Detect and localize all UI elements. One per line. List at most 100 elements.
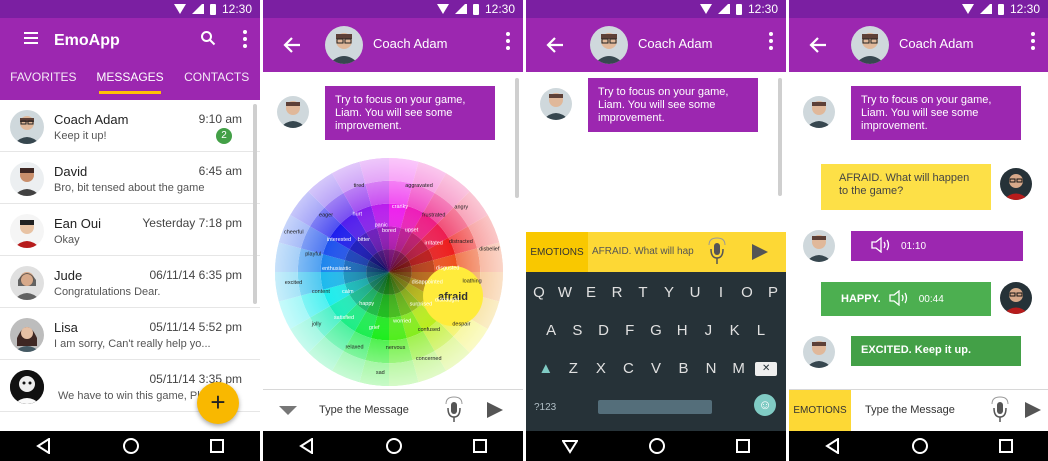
back-arrow-icon[interactable] bbox=[809, 36, 827, 56]
scrollbar[interactable] bbox=[253, 104, 257, 304]
wheel-emotion-word[interactable]: loathing bbox=[462, 279, 481, 285]
key[interactable]: X bbox=[590, 360, 612, 377]
home-nav-icon[interactable] bbox=[911, 438, 928, 454]
wheel-emotion-word[interactable]: jolly bbox=[311, 322, 322, 328]
coach-avatar[interactable] bbox=[325, 26, 363, 64]
wheel-emotion-word[interactable]: enthusiastic bbox=[322, 266, 351, 272]
key[interactable]: J bbox=[697, 322, 719, 339]
voice-mic-icon[interactable] bbox=[445, 396, 463, 429]
wheel-emotion-word[interactable]: panic bbox=[375, 223, 388, 229]
conversation-item-coach-adam[interactable]: Coach Adam 9:10 am Keep it up! 2 bbox=[0, 100, 260, 152]
key[interactable]: G bbox=[645, 322, 667, 339]
wheel-emotion-word[interactable]: angry bbox=[454, 204, 468, 210]
incoming-voice-message[interactable]: 01:10 bbox=[851, 231, 1023, 261]
recents-nav-icon[interactable] bbox=[998, 439, 1013, 453]
wheel-emotion-word[interactable]: concerned bbox=[416, 356, 442, 362]
wheel-emotion-word[interactable]: disbelief bbox=[479, 246, 500, 252]
emotions-button[interactable]: EMOTIONS bbox=[526, 232, 588, 272]
wheel-emotion-word[interactable]: tired bbox=[354, 183, 365, 189]
wheel-emotion-word[interactable]: cranky bbox=[392, 204, 408, 210]
recents-nav-icon[interactable] bbox=[473, 439, 488, 453]
message-input[interactable]: AFRAID. What will hap bbox=[592, 246, 694, 257]
tab-messages[interactable]: MESSAGES bbox=[87, 66, 174, 94]
home-nav-icon[interactable] bbox=[648, 438, 665, 454]
overflow-menu-icon[interactable] bbox=[768, 32, 774, 50]
key[interactable]: C bbox=[617, 360, 639, 377]
expand-icon[interactable] bbox=[279, 406, 297, 415]
scrollbar[interactable] bbox=[515, 78, 519, 198]
back-arrow-icon[interactable] bbox=[546, 36, 564, 56]
recents-nav-icon[interactable] bbox=[736, 439, 751, 453]
wheel-emotion-word[interactable]: interested bbox=[327, 237, 351, 243]
symbols-key[interactable]: ?123 bbox=[534, 402, 556, 413]
key[interactable]: L bbox=[750, 322, 772, 339]
wheel-emotion-word[interactable]: satisfied bbox=[334, 315, 354, 321]
key[interactable]: R bbox=[606, 284, 628, 301]
wheel-emotion-word[interactable]: happy bbox=[359, 301, 374, 307]
wheel-emotion-word[interactable]: bitter bbox=[358, 237, 370, 243]
home-nav-icon[interactable] bbox=[385, 438, 402, 454]
overflow-menu-icon[interactable] bbox=[1030, 32, 1036, 50]
back-nav-icon[interactable] bbox=[298, 438, 315, 454]
key[interactable]: S bbox=[566, 322, 588, 339]
conversation-item-ean-oui[interactable]: Ean Oui Yesterday 7:18 pm Okay bbox=[0, 204, 260, 256]
back-arrow-icon[interactable] bbox=[283, 36, 301, 56]
soft-keyboard[interactable]: Q W E R T Y U I O P A S D F G H J K L ▲ … bbox=[526, 272, 786, 431]
wheel-emotion-word[interactable]: grief bbox=[369, 325, 380, 331]
key[interactable]: N bbox=[700, 360, 722, 377]
key[interactable]: F bbox=[619, 322, 641, 339]
wheel-emotion-word[interactable]: hurt bbox=[353, 211, 363, 217]
key[interactable]: O bbox=[736, 284, 758, 301]
recents-nav-icon[interactable] bbox=[210, 439, 225, 453]
wheel-emotion-word[interactable]: cheerful bbox=[284, 230, 304, 236]
wheel-emotion-word[interactable]: worried bbox=[392, 319, 411, 325]
key[interactable]: U bbox=[684, 284, 706, 301]
tab-favorites[interactable]: FAVORITES bbox=[0, 66, 87, 94]
wheel-emotion-word[interactable]: relaxed bbox=[345, 344, 363, 350]
message-input[interactable]: Type the Message bbox=[865, 404, 955, 416]
shift-key-icon[interactable]: ▲ bbox=[535, 360, 557, 377]
wheel-emotion-word[interactable]: distraught bbox=[435, 297, 460, 303]
key[interactable]: Z bbox=[562, 360, 584, 377]
wheel-emotion-word[interactable]: disappointed bbox=[412, 280, 443, 286]
coach-avatar[interactable] bbox=[590, 26, 628, 64]
search-icon[interactable] bbox=[200, 30, 216, 51]
wheel-emotion-word[interactable]: playful bbox=[305, 252, 321, 258]
key[interactable]: Q bbox=[528, 284, 550, 301]
key[interactable]: Y bbox=[658, 284, 680, 301]
coach-avatar[interactable] bbox=[851, 26, 889, 64]
scrollbar[interactable] bbox=[778, 78, 782, 196]
wheel-emotion-word[interactable]: frustrated bbox=[422, 213, 445, 219]
key[interactable]: W bbox=[554, 284, 576, 301]
key[interactable]: P bbox=[762, 284, 784, 301]
key[interactable]: K bbox=[724, 322, 746, 339]
conversation-item-jude[interactable]: Jude 06/11/14 6:35 pm Congratulations De… bbox=[0, 256, 260, 308]
wheel-emotion-word[interactable]: upset bbox=[405, 228, 419, 234]
overflow-menu-icon[interactable] bbox=[242, 30, 248, 48]
wheel-emotion-word[interactable]: disgusted bbox=[436, 266, 460, 272]
key[interactable]: T bbox=[632, 284, 654, 301]
wheel-emotion-word[interactable]: surprised bbox=[410, 301, 433, 307]
key[interactable]: I bbox=[710, 284, 732, 301]
emotion-wheel[interactable]: afraid bored cranky aggravated upset frustra… bbox=[273, 156, 505, 388]
space-key[interactable] bbox=[598, 400, 712, 414]
new-message-fab[interactable]: + bbox=[197, 382, 239, 424]
menu-icon[interactable] bbox=[24, 32, 38, 44]
wheel-emotion-word[interactable]: excited bbox=[285, 280, 302, 286]
send-icon[interactable] bbox=[487, 402, 503, 418]
wheel-emotion-word[interactable]: bored bbox=[382, 228, 396, 234]
outgoing-voice-message-happy[interactable]: HAPPY. 00:44 bbox=[821, 282, 991, 316]
hide-keyboard-icon[interactable] bbox=[561, 438, 578, 454]
message-input[interactable]: Type the Message bbox=[319, 404, 409, 416]
backspace-key-icon[interactable]: ✕ bbox=[755, 362, 778, 376]
back-nav-icon[interactable] bbox=[35, 438, 52, 454]
overflow-menu-icon[interactable] bbox=[505, 32, 511, 50]
wheel-emotion-word[interactable]: nervous bbox=[386, 345, 406, 351]
key[interactable]: V bbox=[645, 360, 667, 377]
back-nav-icon[interactable] bbox=[824, 438, 841, 454]
tab-contacts[interactable]: CONTACTS bbox=[173, 66, 260, 94]
voice-mic-icon[interactable] bbox=[708, 237, 726, 272]
emotions-button[interactable]: EMOTIONS bbox=[789, 390, 851, 431]
send-icon[interactable] bbox=[752, 244, 768, 260]
wheel-emotion-word[interactable]: irritated bbox=[425, 241, 443, 247]
